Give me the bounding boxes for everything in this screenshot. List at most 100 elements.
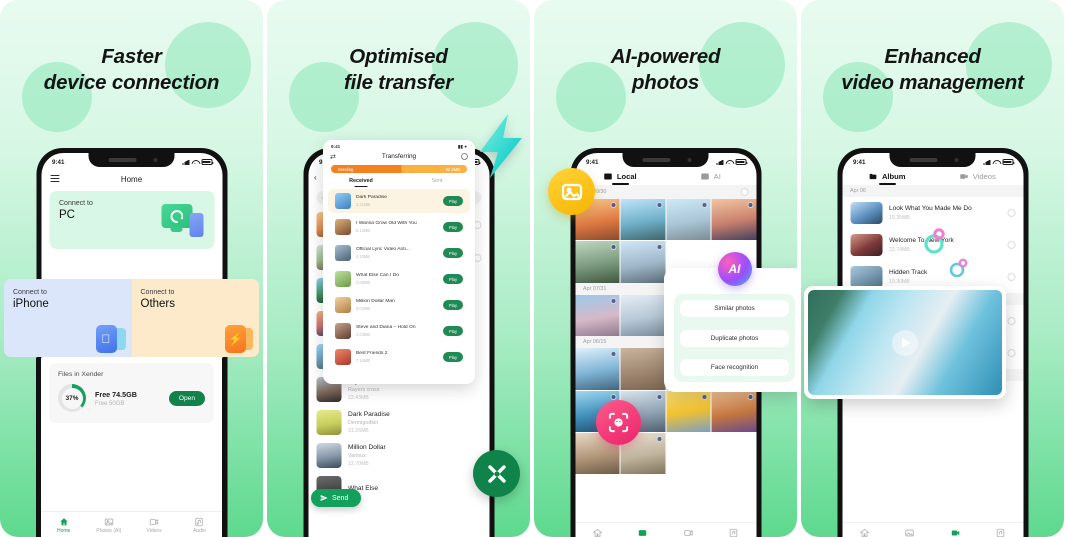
video-preview-popup[interactable] (804, 286, 1006, 399)
select-dot[interactable] (610, 297, 617, 304)
nav-item-audio[interactable]: Audio (177, 517, 222, 534)
play-button[interactable] (892, 329, 918, 356)
face-recognition-floating-icon[interactable] (596, 400, 641, 445)
send-button[interactable]: Send (311, 489, 362, 507)
xender-logo-icon (487, 464, 506, 483)
nav-item-videos[interactable]: Videos (933, 528, 978, 537)
gallery-floating-icon[interactable] (548, 168, 595, 215)
select-dot[interactable] (610, 351, 617, 358)
headline-line-1: Optimised (349, 45, 448, 68)
table-row[interactable]: Best Friends 2 7.14MB Play (328, 345, 470, 369)
select-dot[interactable] (656, 435, 662, 442)
nav-item-photos[interactable]: Photos (AI) (86, 517, 131, 534)
nav-item-audio[interactable]: Audio (711, 528, 756, 537)
nav-item-photos[interactable]: Photos (AI) (620, 528, 665, 537)
photo-cell[interactable] (575, 294, 620, 337)
bottom-navigation: Home Photos (AI) Videos Audio (41, 511, 222, 537)
battery-icon (201, 159, 213, 165)
select-dot[interactable] (747, 202, 753, 208)
nav-item-home[interactable]: Home (41, 517, 86, 534)
video-title: Hidden Track (889, 269, 928, 277)
row-title: Steve and Diana – Hold On (356, 325, 416, 331)
nav-item-home[interactable]: Home (575, 528, 620, 537)
play-button[interactable]: Play (443, 274, 463, 284)
video-size: 19.30MB (889, 278, 910, 285)
ring-decoration-icon (924, 228, 945, 254)
photo-cell[interactable] (620, 294, 665, 337)
status-indicators (716, 159, 747, 165)
list-item[interactable]: Million Dollar Various 12.70MB (308, 439, 489, 472)
photo-cell[interactable] (666, 390, 711, 432)
files-in-xender-card[interactable]: Files in Xender 37% Free 74.5GB Free 50G… (49, 363, 214, 423)
tab-videos[interactable]: Videos (933, 172, 1024, 185)
select-dot[interactable] (610, 393, 617, 400)
select-dot[interactable] (747, 393, 753, 400)
select-checkbox[interactable] (1007, 317, 1015, 325)
select-dot[interactable] (610, 202, 617, 208)
table-row[interactable]: What Else Can I Do 3.89MB Play (328, 267, 470, 291)
open-button[interactable]: Open (168, 390, 205, 406)
select-dot[interactable] (656, 202, 662, 208)
select-checkbox[interactable] (1007, 209, 1015, 217)
ai-option-similar-photos[interactable]: Similar photos (680, 300, 789, 317)
table-row[interactable]: Official Lyric Video Anti... 4.10MB Play (328, 241, 470, 265)
nav-item-videos[interactable]: Videos (666, 528, 711, 537)
photo-cell[interactable] (666, 199, 711, 241)
menu-icon[interactable] (50, 175, 59, 185)
back-icon[interactable]: ‹ (314, 173, 317, 182)
list-item[interactable]: Look What You Made Me Do 15.35MB (842, 197, 1023, 229)
storage-donut-chart: 37% (58, 384, 86, 412)
play-button[interactable]: Play (443, 326, 463, 336)
select-checkbox[interactable] (1007, 349, 1015, 357)
nav-item-home[interactable]: Home (842, 528, 887, 537)
photo-cell[interactable] (620, 199, 665, 241)
send-icon (320, 495, 328, 501)
photo-cell[interactable] (575, 348, 620, 390)
nav-item-videos[interactable]: Videos (132, 517, 177, 535)
select-all-checkbox[interactable] (740, 188, 748, 196)
select-dot[interactable] (701, 202, 708, 208)
video-thumbnail (850, 266, 882, 288)
photo-cell[interactable] (711, 390, 756, 432)
ai-option-duplicate-photos[interactable]: Duplicate photos (680, 329, 789, 347)
tab-album[interactable]: Album (842, 172, 933, 185)
apple-phone-icon:  (95, 321, 126, 353)
ai-option-face-recognition[interactable]: Face recognition (680, 359, 789, 376)
nav-label-videos: Videos (146, 528, 162, 535)
photo-cell[interactable] (620, 241, 665, 283)
play-button[interactable]: Play (443, 300, 463, 310)
table-row[interactable]: Million Dollar Man 5.02MB Play (328, 293, 470, 317)
play-button[interactable]: Play (443, 222, 463, 232)
tab-ai[interactable]: AI (666, 172, 757, 185)
select-dot[interactable] (656, 393, 662, 400)
list-item[interactable]: Dark Paradise Dermigodkin 31.26MB (308, 406, 489, 439)
connect-to-pc-card[interactable]: Connect to PC (49, 191, 214, 249)
play-button[interactable]: Play (443, 248, 463, 258)
shuffle-icon[interactable]: ⇄ (330, 153, 336, 161)
phone-notch (88, 153, 175, 167)
select-dot[interactable] (610, 244, 617, 251)
photo-cell[interactable] (620, 348, 665, 390)
table-row[interactable]: Dark Paradise 3.21MB Play (328, 189, 470, 213)
play-button[interactable]: Play (443, 196, 463, 206)
connect-to-iphone-card[interactable]: Connect to iPhone  (4, 279, 132, 357)
nav-item-audio[interactable]: Audio (978, 528, 1023, 537)
tab-sent[interactable]: Sent (399, 178, 475, 187)
xender-fab-button[interactable] (473, 450, 520, 497)
select-checkbox[interactable] (1007, 241, 1015, 249)
select-checkbox[interactable] (1007, 273, 1015, 281)
nav-item-photos[interactable]: Photos (AI) (887, 528, 932, 537)
home-icon (59, 517, 69, 527)
select-dot[interactable] (701, 393, 708, 400)
photo-cell[interactable] (575, 241, 620, 283)
photo-cell[interactable] (711, 199, 756, 241)
speaker-icon (642, 158, 671, 162)
connect-to-others-card[interactable]: Connect to Others ⚡ (131, 279, 259, 357)
table-row[interactable]: I Wanna Grow Old With You 6.12MB Play (328, 215, 470, 239)
info-icon[interactable] (461, 153, 468, 160)
bottom-navigation: Home Photos (AI) Videos Audio (842, 522, 1023, 537)
play-button[interactable]: Play (443, 352, 463, 362)
date-label: Apr 06 (850, 188, 866, 194)
table-row[interactable]: Steve and Diana – Hold On 4.63MB Play (328, 319, 470, 343)
tab-received[interactable]: Received (323, 178, 399, 187)
